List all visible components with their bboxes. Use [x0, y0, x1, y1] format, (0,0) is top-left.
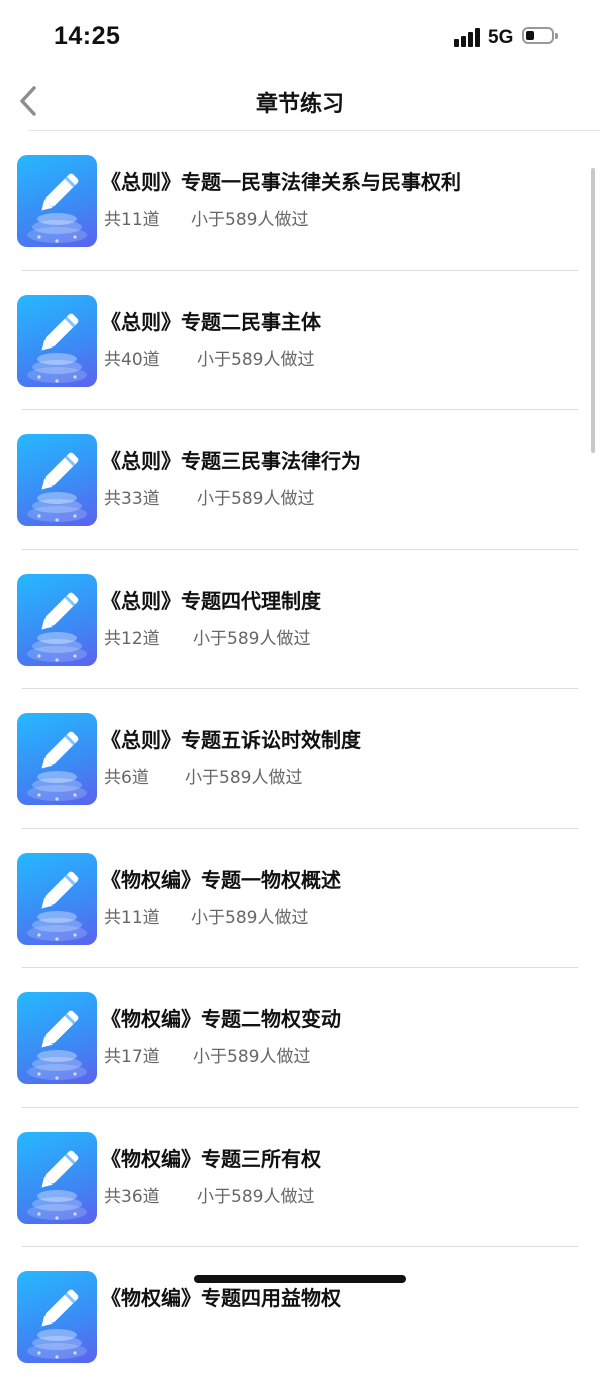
chapter-title: 《物权编》专题四用益物权	[101, 1286, 341, 1310]
chapter-item[interactable]: 《物权编》专题四用益物权	[0, 1247, 600, 1387]
chapter-title: 《总则》专题二民事主体	[101, 309, 321, 334]
pencil-icon	[17, 155, 97, 247]
chapter-title: 《物权编》专题三所有权	[101, 1146, 321, 1171]
question-count: 共6道	[104, 768, 149, 788]
chapter-item[interactable]: 《物权编》专题二物权变动共17道 小于589人做过	[0, 968, 600, 1108]
users-done: 小于589人做过	[197, 489, 315, 509]
pencil-icon	[17, 294, 97, 387]
users-done: 小于589人做过	[193, 628, 311, 649]
question-count: 共17道	[104, 1047, 160, 1067]
pencil-icon	[17, 713, 97, 805]
chapter-title: 《总则》专题四代理制度	[101, 588, 321, 613]
pencil-icon	[17, 1131, 97, 1224]
chapter-item[interactable]: 《物权编》专题一物权概述共11道 小于589人做过	[0, 829, 600, 968]
users-done: 小于589人做过	[193, 1047, 311, 1067]
users-done: 小于589人做过	[185, 768, 303, 788]
chapter-item[interactable]: 《总则》专题一民事法律关系与民事权利共11道 小于589人做过	[0, 131, 600, 271]
chapter-title: 《总则》专题三民事法律行为	[101, 449, 361, 473]
question-count: 共33道	[104, 489, 160, 509]
pencil-icon	[17, 573, 97, 666]
pencil-icon	[17, 434, 97, 526]
page-title: 章节练习	[255, 92, 344, 117]
question-count: 共11道	[104, 210, 160, 230]
users-done: 小于589人做过	[191, 210, 309, 230]
chapter-item[interactable]: 《总则》专题五诉讼时效制度共6道 小于589人做过	[0, 689, 600, 829]
question-count: 共40道	[104, 349, 160, 370]
chapter-title: 《总则》专题一民事法律关系与民事权利	[101, 170, 461, 194]
chapter-item[interactable]: 《总则》专题四代理制度共12道 小于589人做过	[0, 550, 600, 689]
chapter-item[interactable]: 《物权编》专题三所有权共36道 小于589人做过	[0, 1108, 600, 1247]
pencil-icon	[17, 852, 97, 945]
pencil-icon	[17, 1271, 97, 1363]
chapter-title: 《物权编》专题一物权概述	[101, 867, 341, 892]
signal-icon	[454, 27, 482, 47]
chapter-title: 《物权编》专题二物权变动	[101, 1007, 341, 1031]
home-indicator	[194, 1275, 406, 1283]
chapter-title: 《总则》专题五诉讼时效制度	[101, 728, 361, 752]
users-done: 小于589人做过	[197, 349, 315, 370]
scrollbar[interactable]	[591, 168, 595, 453]
question-count: 共12道	[104, 628, 160, 649]
chapter-item[interactable]: 《总则》专题三民事法律行为共33道 小于589人做过	[0, 410, 600, 550]
users-done: 小于589人做过	[197, 1186, 315, 1207]
status-time: 14:25	[54, 22, 121, 50]
battery-icon	[522, 27, 558, 44]
status-bar: 14:25 5G	[0, 0, 600, 72]
chapter-item[interactable]: 《总则》专题二民事主体共40道 小于589人做过	[0, 271, 600, 410]
question-count: 共11道	[104, 907, 160, 928]
pencil-icon	[17, 992, 97, 1084]
users-done: 小于589人做过	[191, 907, 309, 928]
nav-bar: 章节练习	[0, 72, 600, 130]
question-count: 共36道	[104, 1186, 160, 1207]
network-label: 5G	[488, 27, 514, 48]
chapter-list: 《总则》专题一民事法律关系与民事权利 共11道 小于589人做过 《总则》专题二民事…	[0, 131, 600, 1387]
